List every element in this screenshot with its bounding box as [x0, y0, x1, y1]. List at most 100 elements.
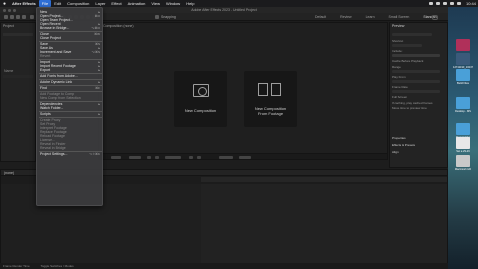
file-menu-item-add-fonts-from-adobe[interactable]: Add Fonts from Adobe...	[39, 74, 102, 78]
new-composition-label: New Composition	[184, 108, 217, 113]
align-section[interactable]: Align	[392, 150, 399, 154]
project-search-field[interactable]	[3, 33, 33, 36]
search-help-icon[interactable]	[432, 14, 438, 20]
magnification-dropdown[interactable]	[111, 155, 121, 159]
menu-item-label: Add Fonts from Adobe...	[40, 74, 78, 78]
desktop-icon[interactable]	[453, 39, 473, 51]
file-menu-item-project-settings[interactable]: Project Settings... ⌥⇧⌘K	[39, 152, 102, 156]
snapshot-icon[interactable]	[189, 155, 193, 159]
menu-edit[interactable]: Edit	[51, 0, 64, 7]
desktop-icon-caption: Macintosh HD	[454, 168, 472, 171]
include-toggles[interactable]	[392, 54, 440, 57]
menu-view[interactable]: View	[148, 0, 163, 7]
composition-footer-controls	[99, 153, 387, 159]
minimize-window-button[interactable]	[8, 8, 11, 12]
creative-cloud-icon[interactable]	[428, 2, 433, 5]
desktop-icon[interactable]: 12741190_102478	[453, 53, 473, 69]
home-icon[interactable]	[4, 15, 8, 19]
zoom-tool-icon[interactable]	[22, 15, 26, 19]
include-label: Include:	[392, 49, 403, 53]
file-menu-item-find[interactable]: Find ⌘F	[39, 86, 102, 90]
project-tab[interactable]: Project	[1, 23, 35, 29]
view-layout-dropdown[interactable]	[239, 155, 251, 159]
control-center-icon[interactable]	[456, 2, 461, 5]
effects-presets-section[interactable]: Effects & Presets	[392, 143, 415, 147]
new-comp-from-footage-card[interactable]: New Composition From Footage	[244, 71, 297, 127]
menu-effect[interactable]: Effect	[108, 0, 124, 7]
snapping-label: Snapping	[161, 14, 176, 19]
file-menu-item-adobe-dynamic-link[interactable]: Adobe Dynamic Link ▸	[39, 80, 102, 84]
timeline-tab[interactable]: (none)	[4, 171, 14, 175]
file-menu-item-revert: Revert	[39, 54, 102, 58]
cache-before-playback-label[interactable]: Cache Before Playback	[392, 59, 423, 63]
zoom-window-button[interactable]	[13, 8, 16, 12]
workspace-standard[interactable]: Standard	[416, 14, 444, 20]
status-bar: Frame Render Time Toggle Switches / Mode…	[0, 263, 448, 269]
window-controls	[3, 8, 16, 12]
on-stop-option-2[interactable]: Move time to preview time	[392, 106, 427, 110]
hand-tool-icon[interactable]	[16, 15, 20, 19]
menu-composition[interactable]: Composition	[64, 0, 92, 7]
apple-menu-icon[interactable]: ●	[0, 1, 9, 7]
menu-window[interactable]: Window	[163, 0, 183, 7]
on-stop-option-1[interactable]: If caching, play cached frames	[392, 101, 433, 105]
file-menu-item-watch-folder[interactable]: Watch Folder...	[39, 106, 102, 110]
menu-help[interactable]: Help	[183, 0, 197, 7]
timecode-display[interactable]	[165, 155, 181, 159]
menu-item-label: Revert	[40, 54, 51, 58]
wifi-icon[interactable]	[442, 2, 447, 5]
menu-file[interactable]: File	[38, 0, 52, 7]
full-screen-label[interactable]: Full Screen	[392, 95, 407, 99]
workspace-small-screen[interactable]: Small Screen	[382, 14, 417, 20]
workspace-review[interactable]: Review	[333, 14, 358, 20]
menu-item-label: Project Settings...	[40, 152, 68, 156]
desktop-icon[interactable]: Set a 29-29	[453, 137, 473, 153]
file-menu-dropdown: New ▸ Open Project... ⌘O Open Team Project..…	[36, 7, 103, 206]
transparency-grid-icon[interactable]	[155, 155, 159, 159]
region-icon[interactable]	[147, 155, 151, 159]
preview-panel: Preview Shortcut Include: Cache Before P…	[389, 22, 448, 168]
composition-tab[interactable]: Composition (none)	[101, 23, 136, 29]
new-composition-card[interactable]: New Composition	[174, 71, 227, 127]
file-menu-item-browse-in-bridge[interactable]: Browse in Bridge... ⌥⌘O	[39, 26, 102, 30]
close-window-button[interactable]	[3, 8, 6, 12]
file-icon	[456, 53, 470, 65]
workspace-default[interactable]: Default	[308, 14, 333, 20]
selection-tool-icon[interactable]	[10, 15, 14, 19]
shortcut-label: Shortcut	[392, 39, 404, 43]
project-column-name[interactable]: Name	[4, 69, 13, 73]
time-ruler[interactable]	[201, 177, 447, 182]
show-channel-icon[interactable]	[197, 155, 201, 159]
layer-bars-area[interactable]	[201, 184, 447, 268]
desktop-icon[interactable]: Macintosh HD	[453, 155, 473, 171]
file-menu-item-export[interactable]: Export ▸	[39, 68, 102, 72]
submenu-arrow-icon: ▸	[98, 80, 100, 84]
playback-controls[interactable]	[392, 33, 432, 36]
new-composition-icon	[193, 84, 209, 97]
menu-layer[interactable]: Layer	[92, 0, 108, 7]
menu-clock[interactable]: 10:44	[466, 1, 476, 6]
desktop-icon[interactable]: Desktop - MS	[453, 97, 473, 113]
search-icon[interactable]	[449, 2, 454, 5]
range-dropdown[interactable]	[392, 70, 440, 73]
menu-after-effects[interactable]: After Effects	[9, 0, 39, 7]
rotate-tool-icon[interactable]	[30, 15, 34, 19]
menu-item-label: Reveal in Bridge	[40, 146, 66, 150]
view-dropdown[interactable]	[219, 155, 233, 159]
desktop-icon[interactable]: Build Files	[453, 69, 473, 85]
snapping-checkbox[interactable]	[155, 15, 159, 19]
file-icon	[456, 69, 470, 81]
workspace-learn[interactable]: Learn	[359, 14, 382, 20]
shortcut-dropdown[interactable]	[392, 44, 422, 47]
project-list[interactable]	[3, 75, 33, 78]
menu-animation[interactable]: Animation	[125, 0, 149, 7]
preview-title: Preview	[392, 24, 405, 28]
properties-section[interactable]: Properties	[392, 136, 406, 140]
file-menu-item-close-project[interactable]: Close Project	[39, 36, 102, 40]
play-from-dropdown[interactable]	[392, 80, 440, 83]
file-menu-item-scripts[interactable]: Scripts ▸	[39, 112, 102, 116]
toggle-switches-modes[interactable]: Toggle Switches / Modes	[40, 264, 73, 268]
frame-rate-controls[interactable]	[392, 90, 440, 93]
battery-icon[interactable]	[435, 2, 440, 5]
resolution-dropdown[interactable]	[129, 155, 141, 159]
